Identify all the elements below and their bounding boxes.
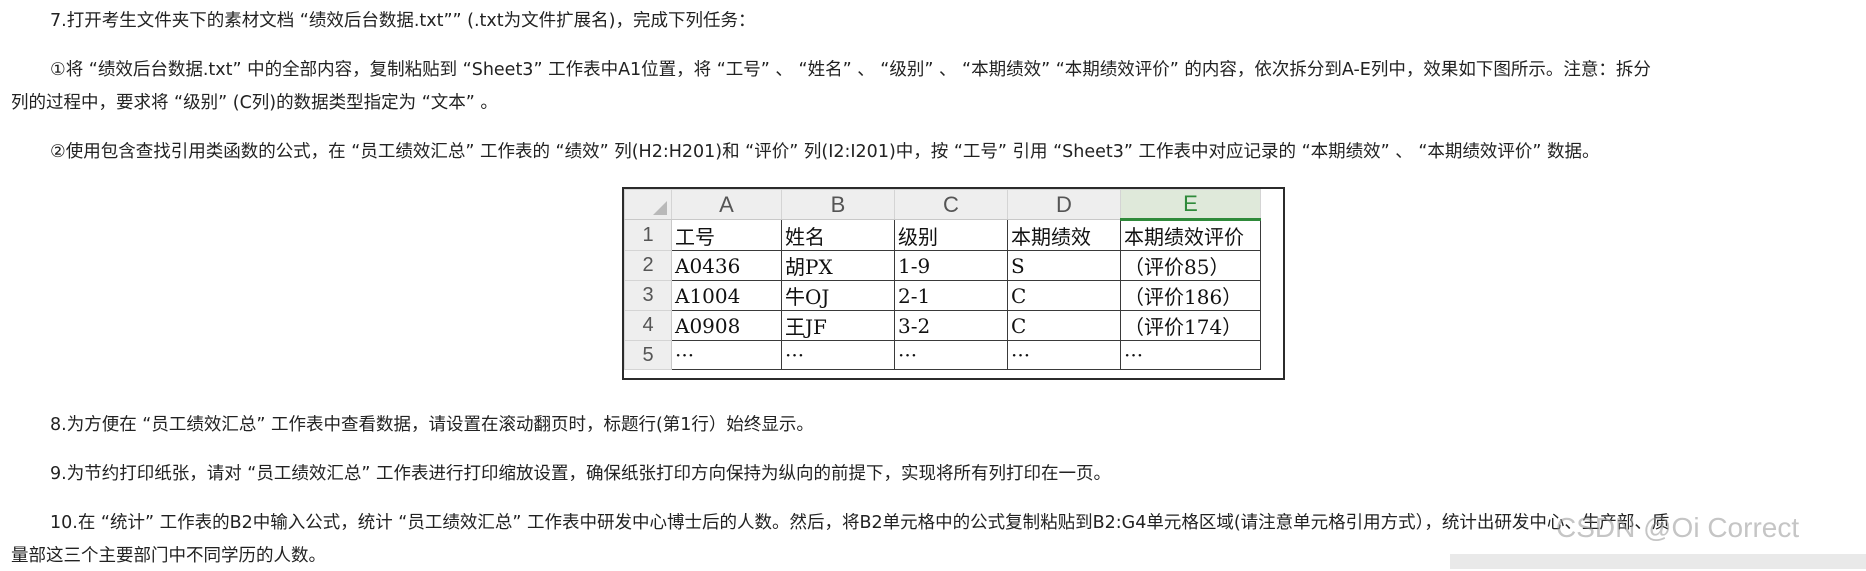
cell-c1: 级别	[894, 219, 1008, 251]
cell-b1: 姓名	[781, 219, 895, 251]
cell-d2: S	[1007, 250, 1121, 281]
cell-e2: （评价85）	[1120, 250, 1261, 281]
cell-c3: 2-1	[894, 280, 1008, 311]
cell-a3: A1004	[671, 280, 782, 311]
task-8: 8.为方便在 “员工绩效汇总” 工作表中查看数据，请设置在滚动翻页时，标题行(第…	[50, 415, 814, 435]
cell-b5: ···	[781, 340, 895, 370]
csdn-watermark: CSDN @Oi Correct	[1556, 512, 1800, 543]
cell-c4: 3-2	[894, 310, 1008, 341]
task-7-step-1-line-1: ①将 “绩效后台数据.txt” 中的全部内容，复制粘贴到 “Sheet3” 工作…	[50, 60, 1651, 80]
table-row: 5 ··· ··· ··· ··· ···	[624, 340, 1261, 370]
spreadsheet-example-figure: A B C D E 1 工号 姓名 级别 本期绩效 本期绩效评价 2 A0436…	[622, 187, 1285, 380]
table-row: 1 工号 姓名 级别 本期绩效 本期绩效评价	[624, 219, 1261, 251]
column-header-d: D	[1007, 189, 1121, 220]
table-row: 2 A0436 胡PX 1-9 S （评价85）	[624, 250, 1261, 281]
task-7-heading: 7.打开考生文件夹下的素材文档 “绩效后台数据.txt”” (.txt为文件扩展…	[50, 11, 756, 31]
select-all-corner	[624, 189, 672, 220]
task-7-step-2: ②使用包含查找引用类函数的公式，在 “员工绩效汇总” 工作表的 “绩效” 列(H…	[50, 142, 1600, 162]
cell-b4: 王JF	[781, 310, 895, 341]
cell-b2: 胡PX	[781, 250, 895, 281]
cell-e1: 本期绩效评价	[1120, 219, 1261, 251]
spreadsheet-grid: A B C D E 1 工号 姓名 级别 本期绩效 本期绩效评价 2 A0436…	[624, 189, 1261, 370]
column-header-e-selected: E	[1120, 189, 1261, 221]
task-10-line-2: 量部这三个主要部门中不同学历的人数。	[11, 546, 326, 566]
cell-e5: ···	[1120, 340, 1261, 370]
task-9: 9.为节约打印纸张，请对 “员工绩效汇总” 工作表进行打印缩放设置，确保纸张打印…	[50, 464, 1111, 484]
cell-d1: 本期绩效	[1007, 219, 1121, 251]
cell-a1: 工号	[671, 219, 782, 251]
cell-e3: （评价186）	[1120, 280, 1261, 311]
cell-a2: A0436	[671, 250, 782, 281]
select-all-triangle-icon	[653, 201, 667, 215]
row-number: 3	[624, 280, 672, 311]
row-number: 1	[624, 219, 672, 251]
table-row: 4 A0908 王JF 3-2 C （评价174）	[624, 310, 1261, 341]
table-row: 3 A1004 牛OJ 2-1 C （评价186）	[624, 280, 1261, 311]
cell-c2: 1-9	[894, 250, 1008, 281]
column-header-b: B	[781, 189, 895, 220]
column-header-a: A	[671, 189, 782, 220]
footer-band	[1450, 554, 1866, 569]
task-7-step-1-line-2: 列的过程中，要求将 “级别” (C列)的数据类型指定为 “文本” 。	[11, 93, 498, 113]
cell-a5: ···	[671, 340, 782, 370]
cell-a4: A0908	[671, 310, 782, 341]
row-number: 2	[624, 250, 672, 281]
row-number: 5	[624, 340, 672, 370]
cell-d5: ···	[1007, 340, 1121, 370]
cell-b3: 牛OJ	[781, 280, 895, 311]
cell-e4: （评价174）	[1120, 310, 1261, 341]
row-number: 4	[624, 310, 672, 341]
column-header-row: A B C D E	[624, 189, 1261, 221]
column-header-c: C	[894, 189, 1008, 220]
cell-d4: C	[1007, 310, 1121, 341]
cell-d3: C	[1007, 280, 1121, 311]
cell-c5: ···	[894, 340, 1008, 370]
task-10-line-1: 10.在 “统计” 工作表的B2中输入公式，统计 “员工绩效汇总” 工作表中研发…	[50, 513, 1670, 533]
